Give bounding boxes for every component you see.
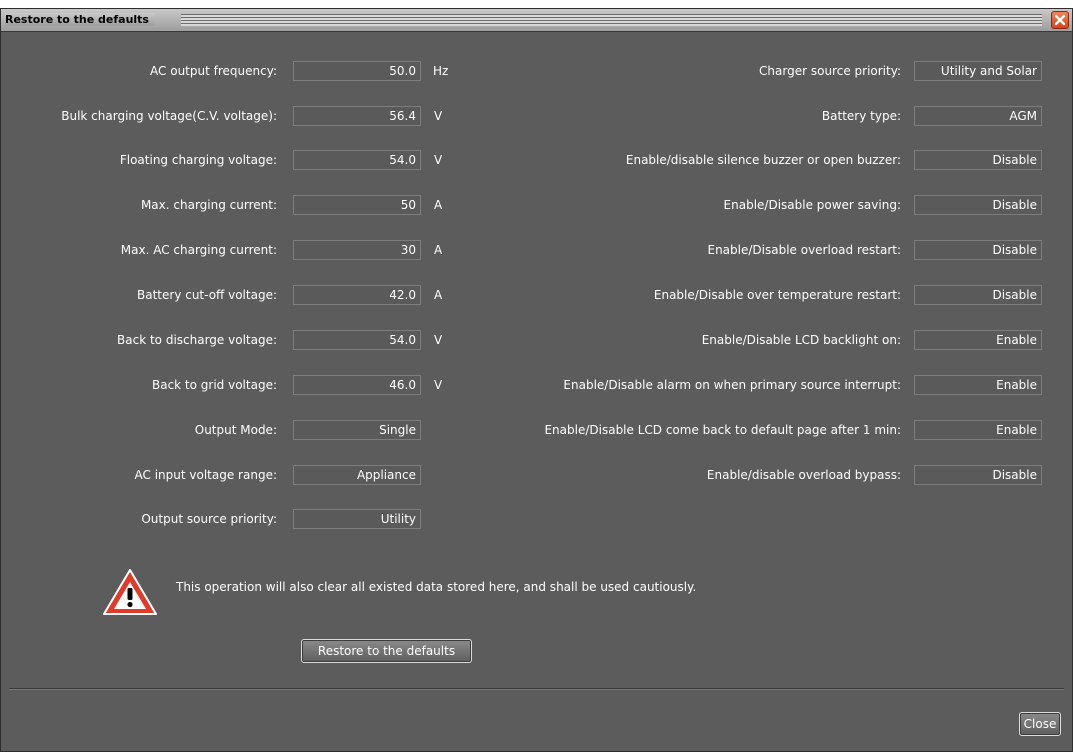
close-button[interactable]: Close bbox=[1019, 712, 1061, 736]
footer-divider bbox=[9, 688, 1064, 690]
setting-value[interactable]: Enable bbox=[914, 375, 1042, 395]
restore-defaults-button[interactable]: Restore to the defaults bbox=[301, 639, 472, 663]
setting-value[interactable]: Utility and Solar bbox=[914, 61, 1042, 81]
setting-label: Enable/Disable LCD come back to default … bbox=[544, 423, 901, 437]
setting-label: Bulk charging voltage(C.V. voltage): bbox=[61, 109, 277, 123]
setting-value[interactable]: Utility bbox=[293, 509, 421, 529]
setting-label: Enable/Disable over temperature restart: bbox=[653, 288, 901, 302]
setting-value[interactable]: 30 bbox=[293, 240, 421, 260]
title-bar[interactable]: Restore to the defaults bbox=[1, 9, 1072, 32]
setting-label: AC input voltage range: bbox=[134, 468, 277, 482]
setting-label: Floating charging voltage: bbox=[119, 153, 277, 167]
setting-value[interactable]: Enable bbox=[914, 330, 1042, 350]
restore-defaults-dialog: Restore to the defaults AC output freque… bbox=[0, 8, 1073, 752]
setting-value[interactable]: 50 bbox=[293, 195, 421, 215]
dialog-title: Restore to the defaults bbox=[5, 13, 155, 26]
setting-label: Enable/Disable power saving: bbox=[723, 198, 901, 212]
setting-label: Charger source priority: bbox=[759, 64, 901, 78]
setting-value[interactable]: Disable bbox=[914, 285, 1042, 305]
setting-value[interactable]: 54.0 bbox=[293, 150, 421, 170]
setting-label: Back to discharge voltage: bbox=[117, 333, 277, 347]
setting-label: Enable/disable silence buzzer or open bu… bbox=[625, 153, 901, 167]
setting-label: AC output frequency: bbox=[150, 64, 277, 78]
setting-value[interactable]: Disable bbox=[914, 240, 1042, 260]
close-icon bbox=[1054, 14, 1066, 26]
setting-value[interactable]: 54.0 bbox=[293, 330, 421, 350]
setting-label: Enable/disable overload bypass: bbox=[706, 468, 901, 482]
warning-message: This operation will also clear all exist… bbox=[176, 580, 697, 594]
setting-label: Back to grid voltage: bbox=[151, 378, 277, 392]
setting-value[interactable]: 46.0 bbox=[293, 375, 421, 395]
setting-label: Battery cut-off voltage: bbox=[137, 288, 277, 302]
setting-value[interactable]: 50.0 bbox=[293, 61, 421, 81]
setting-value[interactable]: AGM bbox=[914, 106, 1042, 126]
title-bar-grip bbox=[181, 14, 1042, 26]
setting-label: Max. charging current: bbox=[140, 198, 277, 212]
setting-value[interactable]: Enable bbox=[914, 420, 1042, 440]
setting-value[interactable]: 56.4 bbox=[293, 106, 421, 126]
setting-label: Enable/Disable overload restart: bbox=[707, 243, 901, 257]
setting-value[interactable]: Appliance bbox=[293, 465, 421, 485]
setting-value[interactable]: Single bbox=[293, 420, 421, 440]
setting-value[interactable]: Disable bbox=[914, 465, 1042, 485]
setting-label: Enable/Disable alarm on when primary sou… bbox=[563, 378, 901, 392]
close-window-button[interactable] bbox=[1051, 11, 1069, 29]
setting-label: Enable/Disable LCD backlight on: bbox=[701, 333, 901, 347]
setting-value[interactable]: 42.0 bbox=[293, 285, 421, 305]
setting-label: Battery type: bbox=[821, 109, 901, 123]
setting-label: Max. AC charging current: bbox=[120, 243, 277, 257]
warning-triangle-icon bbox=[103, 569, 157, 615]
setting-value[interactable]: Disable bbox=[914, 195, 1042, 215]
setting-label: Output source priority: bbox=[141, 512, 277, 526]
setting-value[interactable]: Disable bbox=[914, 150, 1042, 170]
setting-label: Output Mode: bbox=[194, 423, 277, 437]
